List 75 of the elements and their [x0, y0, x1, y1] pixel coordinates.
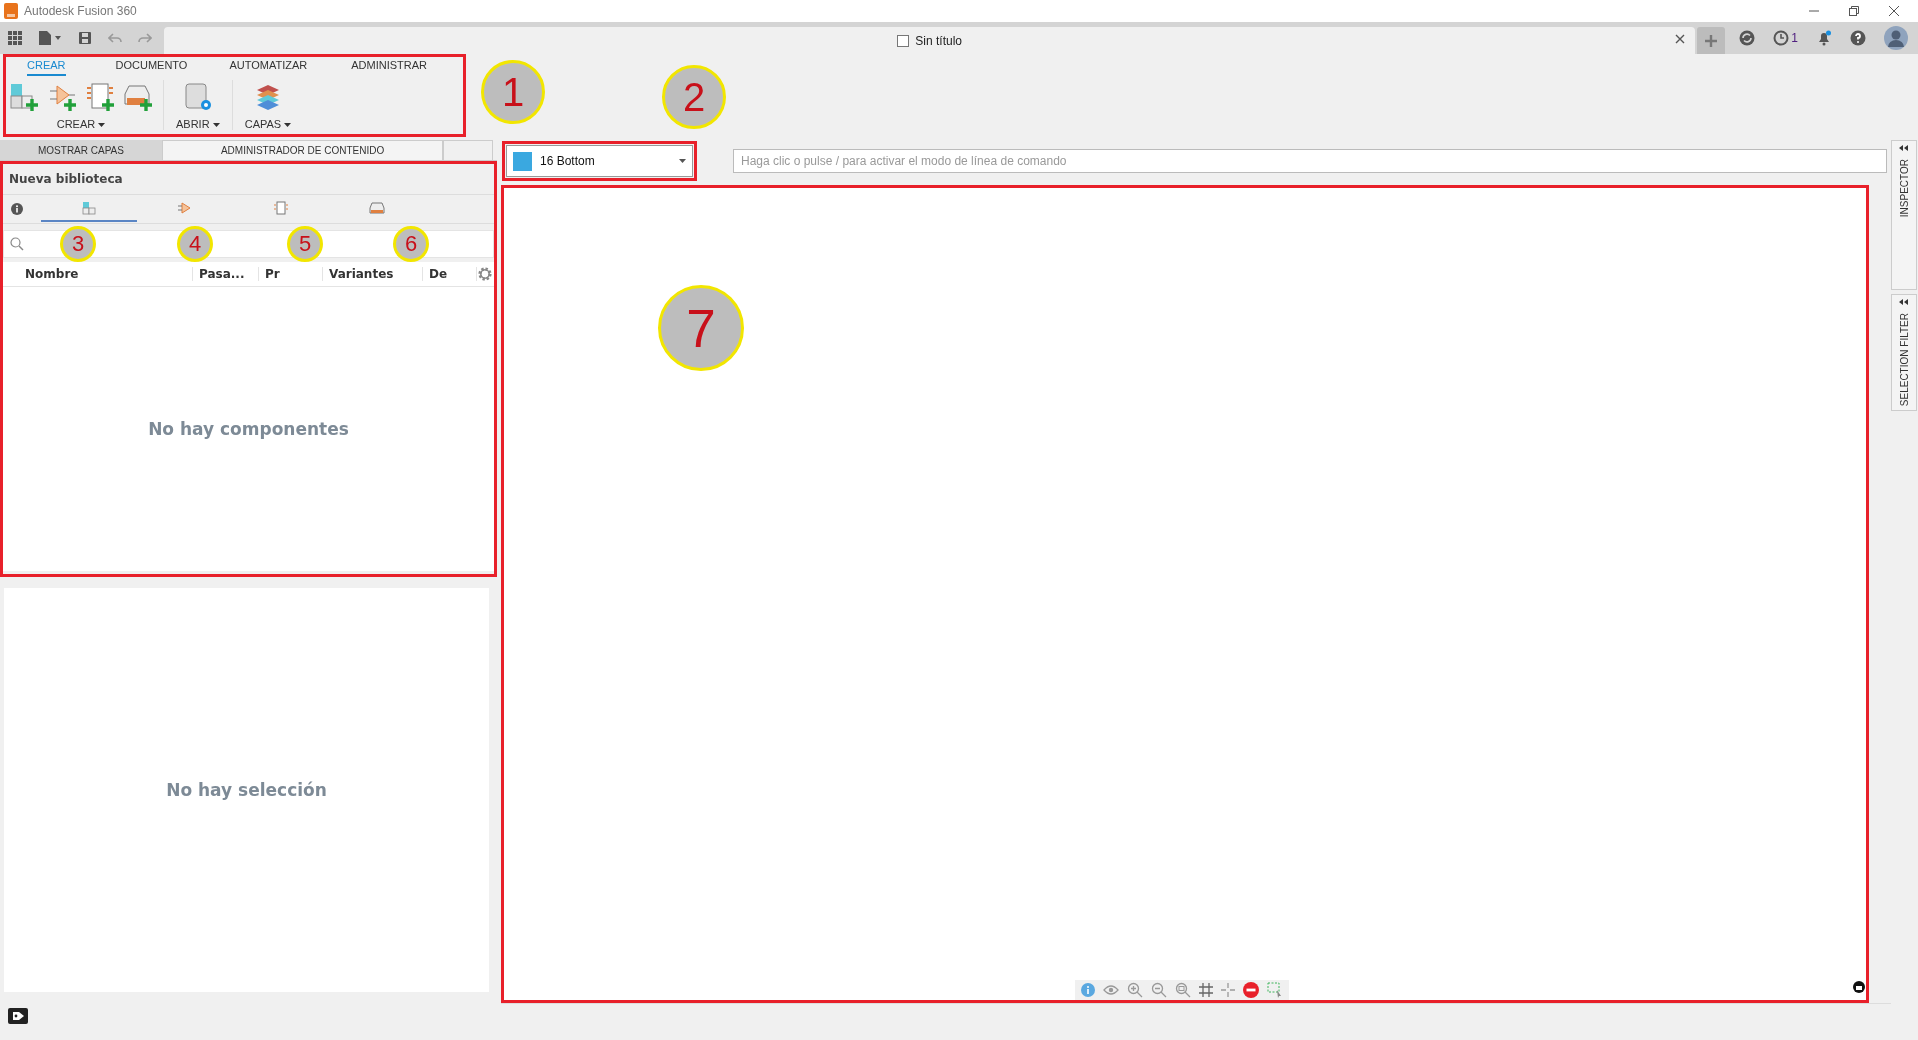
- library-title: Nueva biblioteca: [3, 161, 494, 195]
- panel-tab[interactable]: ADMINISTRADOR DE CONTENIDO: [161, 140, 444, 160]
- save-icon[interactable]: [78, 31, 92, 45]
- callout-number: 7: [658, 285, 744, 371]
- ribbon-tab[interactable]: ADMINISTRAR: [351, 57, 428, 76]
- app-logo-icon: [4, 3, 18, 19]
- ribbon-group-menu[interactable]: CREAR: [54, 118, 108, 130]
- side-panel-tab[interactable]: SELECTION FILTER: [1891, 294, 1917, 412]
- search-icon: [10, 237, 24, 251]
- redo-icon[interactable]: [138, 32, 152, 44]
- restore-icon[interactable]: [1848, 5, 1860, 17]
- symbol-icon: [178, 201, 192, 215]
- ribbon-group-menu[interactable]: CAPAS: [242, 118, 294, 130]
- new-footprint-icon[interactable]: [85, 82, 115, 112]
- footprint-icon: [274, 201, 288, 215]
- command-line-field[interactable]: Haga clic o pulse / para activar el modo de línea de comando: [733, 149, 1887, 173]
- close-tab-icon[interactable]: [1675, 34, 1686, 44]
- ribbon-tab[interactable]: DOCUMENTO: [115, 57, 188, 76]
- callout-number: 3: [60, 226, 96, 262]
- panel-tab[interactable]: MOSTRAR CAPAS: [0, 140, 162, 160]
- new-tab-button[interactable]: [1697, 27, 1726, 54]
- eye-icon[interactable]: [1103, 984, 1119, 996]
- zoom-fit-icon[interactable]: [1175, 982, 1191, 998]
- empty-message: No hay componentes: [148, 419, 349, 439]
- avatar-icon[interactable]: [1884, 26, 1908, 50]
- no-entry-icon[interactable]: [1243, 982, 1259, 998]
- column-header[interactable]: Pasa...: [199, 267, 245, 281]
- callout-number: 6: [393, 226, 429, 262]
- column-header[interactable]: Pr: [265, 267, 280, 281]
- callout-number: 1: [481, 60, 545, 124]
- caret-icon: [98, 123, 106, 128]
- selection-box-icon[interactable]: [1267, 982, 1283, 998]
- library-settings-icon[interactable]: [182, 82, 213, 112]
- sync-icon[interactable]: [1739, 30, 1756, 46]
- collapse-arrows-icon: [1899, 299, 1909, 305]
- column-header[interactable]: Variantes: [329, 267, 394, 281]
- caret-icon: [212, 123, 220, 128]
- window-title: Autodesk Fusion 360: [24, 4, 137, 18]
- ribbon-tab[interactable]: AUTOMATIZAR: [229, 57, 308, 76]
- empty-message: No hay selección: [166, 780, 327, 800]
- collapse-arrows-icon: [1899, 145, 1909, 151]
- zoom-in-icon[interactable]: [1127, 982, 1143, 998]
- caret-icon: [284, 123, 292, 128]
- callout-number: 5: [287, 226, 323, 262]
- callout-number: 2: [662, 65, 726, 129]
- info-icon: [11, 203, 23, 215]
- info-icon[interactable]: [1081, 983, 1095, 997]
- help-icon[interactable]: [1850, 30, 1866, 46]
- file-menu-icon[interactable]: [38, 30, 62, 46]
- column-header[interactable]: Nombre: [25, 267, 79, 281]
- callout-number: 4: [177, 226, 213, 262]
- document-icon: [897, 34, 910, 47]
- settings-icon[interactable]: [477, 266, 493, 282]
- apps-grid-icon[interactable]: [8, 31, 22, 45]
- grid-icon[interactable]: [1199, 983, 1213, 997]
- zoom-out-icon[interactable]: [1151, 982, 1167, 998]
- bell-icon[interactable]: [1816, 30, 1832, 46]
- new-package-icon[interactable]: [123, 82, 153, 112]
- side-panel-tab[interactable]: INSPECTOR: [1891, 140, 1917, 290]
- new-symbol-icon[interactable]: [47, 82, 77, 112]
- clock-icon[interactable]: [1773, 30, 1790, 46]
- column-header[interactable]: De: [429, 267, 448, 281]
- undo-icon[interactable]: [108, 32, 122, 44]
- document-tab[interactable]: Sin título: [164, 27, 1696, 54]
- layer-dropdown[interactable]: 16 Bottom: [506, 145, 693, 177]
- package-icon: [369, 201, 385, 215]
- caret-icon: [679, 159, 686, 163]
- ribbon-group-menu[interactable]: ABRIR: [174, 118, 222, 130]
- new-component-icon[interactable]: [9, 82, 39, 112]
- component-icon: [82, 201, 96, 215]
- job-count: 1: [1791, 31, 1798, 45]
- crosshair-icon[interactable]: [1221, 983, 1235, 997]
- plus-icon: [1704, 33, 1719, 48]
- tag-icon[interactable]: [8, 1008, 28, 1024]
- close-icon[interactable]: [1888, 5, 1900, 17]
